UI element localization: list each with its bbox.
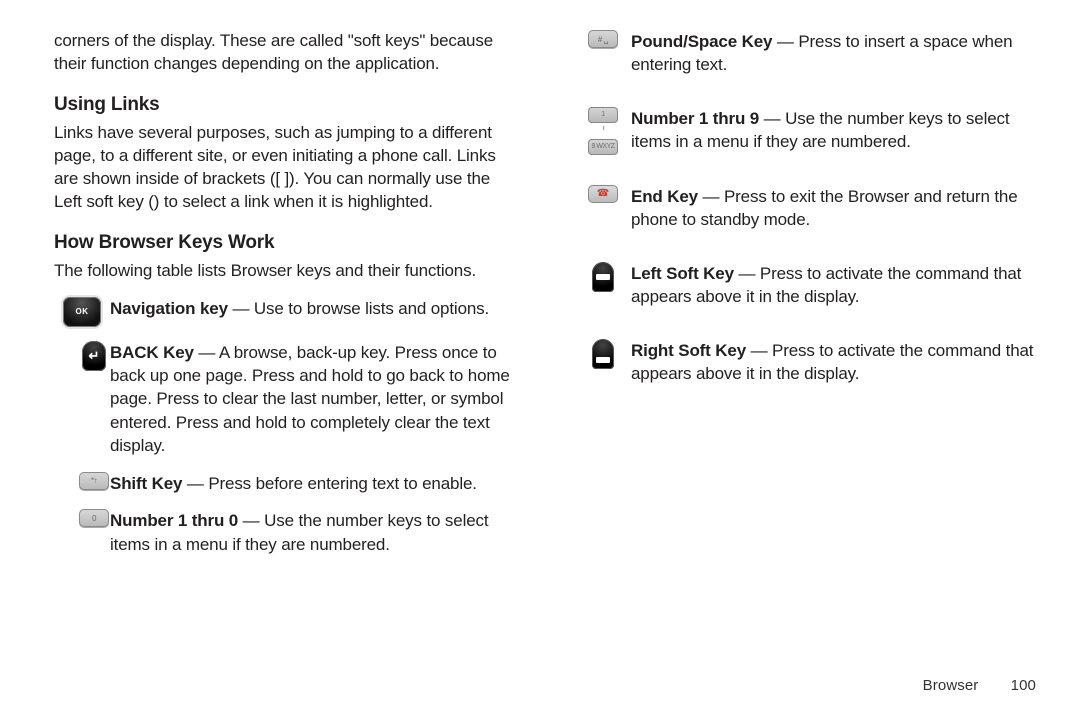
- key-description: Shift Key — Press before entering text t…: [110, 472, 519, 495]
- footer-section: Browser: [923, 677, 979, 694]
- key-description: Number 1 thru 9 — Use the number keys to…: [631, 107, 1040, 154]
- number-nine-key-icon: 9 WXYZ: [588, 139, 618, 155]
- carryover-paragraph: corners of the display. These are called…: [54, 30, 519, 76]
- key-row-num1thru9: 1 ··· 9 WXYZ Number 1 thru 9 — Use the n…: [575, 107, 1040, 155]
- icon-cell: OK: [54, 297, 110, 327]
- key-name: End Key: [631, 187, 698, 206]
- key-row-left-soft: Left Soft Key — Press to activate the co…: [575, 262, 1040, 309]
- ellipsis-icon: ···: [600, 125, 606, 137]
- back-key-icon: ↵: [82, 341, 106, 371]
- icon-cell: # ␣: [575, 30, 631, 48]
- key-name: Shift Key: [110, 474, 182, 493]
- key-row-back: ↵ BACK Key — A browse, back-up key. Pres…: [54, 341, 519, 458]
- key-description: Right Soft Key — Press to activate the c…: [631, 339, 1040, 386]
- paragraph-using-links: Links have several purposes, such as jum…: [54, 122, 519, 214]
- key-description: BACK Key — A browse, back-up key. Press …: [110, 341, 519, 458]
- left-soft-key-icon: [592, 262, 614, 292]
- number-keys-stack-icon: 1 ··· 9 WXYZ: [588, 107, 618, 155]
- icon-cell: 0: [54, 509, 110, 527]
- page-footer: Browser 100: [923, 677, 1036, 694]
- key-name: Navigation key: [110, 299, 228, 318]
- manual-page: corners of the display. These are called…: [0, 0, 1080, 720]
- key-text: — Press before entering text to enable.: [182, 474, 477, 493]
- left-column: corners of the display. These are called…: [54, 30, 519, 556]
- key-description: Pound/Space Key — Press to insert a spac…: [631, 30, 1040, 77]
- icon-cell: ☎: [575, 185, 631, 203]
- icon-cell: ↵: [54, 341, 110, 371]
- two-column-layout: corners of the display. These are called…: [54, 30, 1040, 556]
- end-key-icon: ☎: [588, 185, 618, 203]
- key-name: Pound/Space Key: [631, 32, 772, 51]
- footer-page-number: 100: [1011, 677, 1036, 694]
- key-row-shift: *↑ Shift Key — Press before entering tex…: [54, 472, 519, 495]
- key-text: — Use to browse lists and options.: [228, 299, 489, 318]
- key-name: Number 1 thru 0: [110, 511, 238, 530]
- shift-key-icon: *↑: [79, 472, 109, 490]
- ok-key-icon: OK: [63, 297, 101, 327]
- key-name: Left Soft Key: [631, 264, 734, 283]
- key-description: Navigation key — Use to browse lists and…: [110, 297, 519, 320]
- icon-cell: [575, 339, 631, 369]
- key-row-right-soft: Right Soft Key — Press to activate the c…: [575, 339, 1040, 386]
- icon-cell: [575, 262, 631, 292]
- heading-browser-keys: How Browser Keys Work: [54, 232, 519, 254]
- key-row-navigation: OK Navigation key — Use to browse lists …: [54, 297, 519, 327]
- right-soft-key-icon: [592, 339, 614, 369]
- key-description: Number 1 thru 0 — Use the number keys to…: [110, 509, 519, 556]
- paragraph-browser-keys: The following table lists Browser keys a…: [54, 260, 519, 283]
- heading-using-links: Using Links: [54, 94, 519, 116]
- key-description: Left Soft Key — Press to activate the co…: [631, 262, 1040, 309]
- key-row-end: ☎ End Key — Press to exit the Browser an…: [575, 185, 1040, 232]
- icon-cell: 1 ··· 9 WXYZ: [575, 107, 631, 155]
- number-one-key-icon: 1: [588, 107, 618, 123]
- key-name: BACK Key: [110, 343, 194, 362]
- key-row-pound: # ␣ Pound/Space Key — Press to insert a …: [575, 30, 1040, 77]
- right-column: # ␣ Pound/Space Key — Press to insert a …: [575, 30, 1040, 556]
- icon-cell: *↑: [54, 472, 110, 490]
- number-zero-key-icon: 0: [79, 509, 109, 527]
- key-name: Number 1 thru 9: [631, 109, 759, 128]
- key-description: End Key — Press to exit the Browser and …: [631, 185, 1040, 232]
- key-name: Right Soft Key: [631, 341, 746, 360]
- pound-key-icon: # ␣: [588, 30, 618, 48]
- key-row-num1thru0: 0 Number 1 thru 0 — Use the number keys …: [54, 509, 519, 556]
